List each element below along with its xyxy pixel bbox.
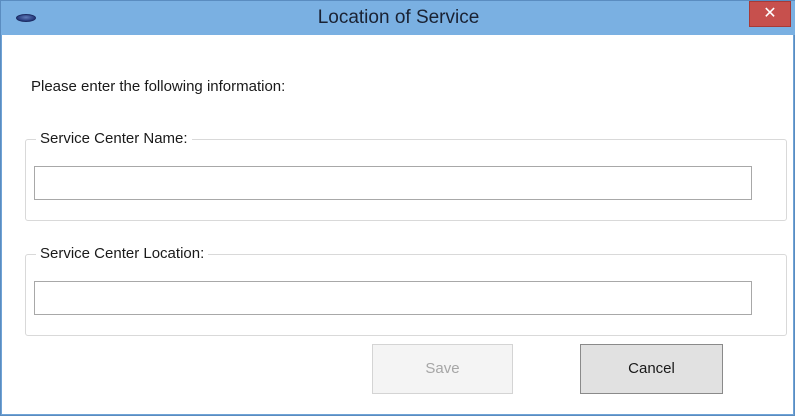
service-center-location-label: Service Center Location:	[36, 245, 209, 262]
close-icon: ✕	[763, 5, 777, 22]
service-center-name-input[interactable]	[34, 166, 752, 200]
dialog-content: Please enter the following information: …	[2, 35, 793, 414]
title-bar[interactable]: Location of Service ✕	[1, 1, 795, 35]
instructions-text: Please enter the following information:	[31, 78, 286, 95]
save-button[interactable]: Save	[372, 344, 513, 394]
close-button[interactable]: ✕	[749, 1, 791, 27]
cancel-button[interactable]: Cancel	[580, 344, 723, 394]
service-center-location-group: Service Center Location:	[25, 245, 787, 336]
dialog-window: Location of Service ✕ Please enter the f…	[0, 0, 795, 416]
service-center-location-input[interactable]	[34, 281, 752, 315]
service-center-name-group: Service Center Name:	[25, 130, 787, 221]
service-center-name-label: Service Center Name:	[36, 130, 192, 147]
window-title: Location of Service	[317, 7, 480, 28]
